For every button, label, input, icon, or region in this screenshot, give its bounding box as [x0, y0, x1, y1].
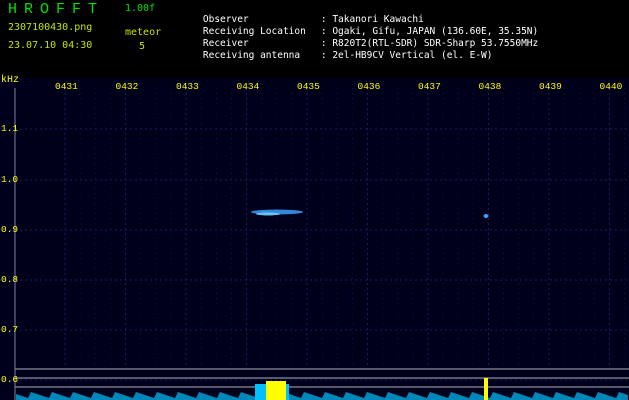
x-tick-label: 0436	[357, 81, 381, 92]
y-tick-label: 0.9	[1, 224, 19, 235]
x-tick-label: 0437	[418, 81, 441, 92]
app-version: 1.00f	[125, 3, 156, 14]
spectrum-noise	[16, 392, 628, 400]
x-tick-label: 0431	[55, 81, 78, 92]
y-tick-label: 0.6	[1, 374, 19, 385]
x-tick-label: 0435	[297, 81, 320, 92]
info-row-antenna: Receiving antenna : 2el-HB9CV Vertical (e…	[180, 39, 493, 72]
spectrogram-plot	[0, 78, 629, 400]
y-axis-unit: kHz	[1, 75, 20, 86]
y-tick-label: 1.0	[1, 174, 19, 185]
app-title: HROFFT	[8, 1, 105, 18]
mode-label: meteor	[125, 27, 162, 38]
x-tick-label: 0440	[599, 81, 623, 92]
x-tick-label: 0434	[236, 81, 260, 92]
x-tick-label: 0433	[176, 81, 199, 92]
info-value: : 2el-HB9CV Vertical (el. E-W)	[320, 50, 493, 61]
x-tick-label: 0438	[478, 81, 502, 92]
x-tick-label: 0439	[539, 81, 562, 92]
y-tick-label: 0.7	[1, 324, 19, 335]
spectrum-carrier-peak	[484, 378, 488, 400]
capture-datetime: 23.07.10 04:30	[8, 40, 93, 51]
y-tick-label: 1.1	[1, 123, 19, 134]
meteor-echo-small	[483, 214, 489, 218]
x-tick-label: 0432	[115, 81, 139, 92]
spectrogram-canvas	[0, 88, 629, 400]
hrofft-window: HROFFT 1.00f 2307100430.png 23.07.10 04:…	[0, 0, 629, 400]
y-tick-label: 0.8	[1, 274, 19, 285]
info-label: Receiving antenna	[202, 50, 301, 61]
image-filename: 2307100430.png	[8, 22, 93, 33]
meteor-echo-core	[256, 212, 280, 216]
spectrum-peak	[266, 381, 286, 400]
mode-value: 5	[139, 41, 146, 52]
